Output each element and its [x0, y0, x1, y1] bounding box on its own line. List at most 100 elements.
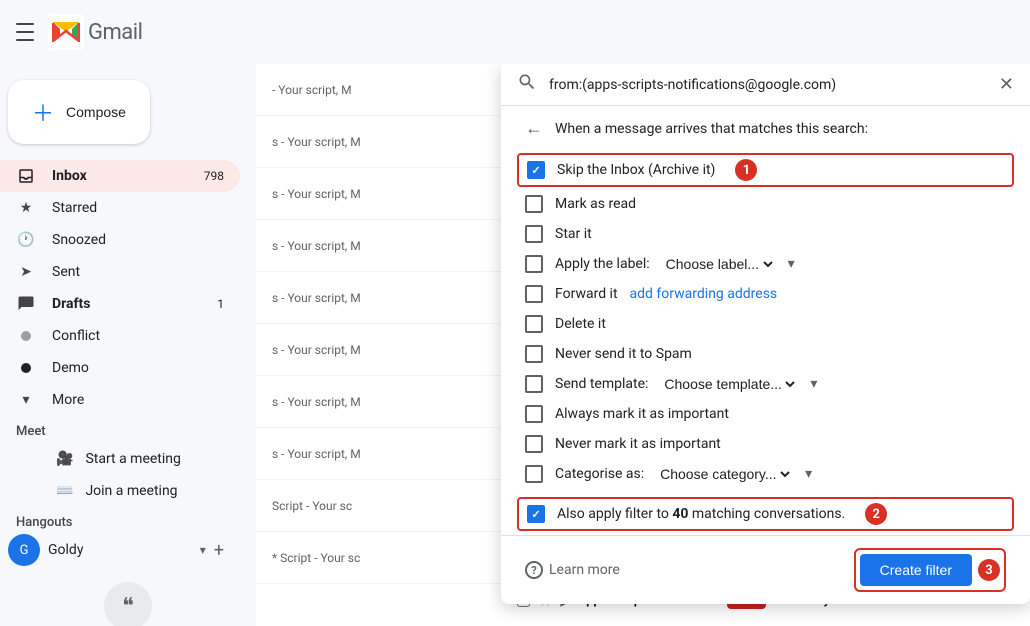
gmail-m-icon — [48, 14, 84, 50]
meet-section-label: Meet — [0, 416, 256, 443]
apply-label-checkbox[interactable] — [525, 255, 543, 273]
send-template-label: Send template: — [555, 376, 648, 392]
content-area: - Your script, M s - Your script, M s - … — [256, 64, 1030, 626]
gmail-title: Gmail — [88, 20, 142, 45]
filter-option-delete-it: Delete it — [525, 309, 1006, 339]
apply-label-chevron: ▾ — [788, 256, 795, 272]
forward-it-label: Forward it — [555, 286, 618, 302]
sidebar-item-hangouts-user[interactable]: G Goldy ▾ + — [0, 534, 240, 566]
skip-inbox-label: Skip the Inbox (Archive it) — [557, 162, 715, 178]
step-1-circle: 1 — [735, 159, 757, 181]
sidebar-item-demo[interactable]: Demo — [0, 352, 240, 384]
compose-label: Compose — [66, 104, 126, 120]
never-important-label: Never mark it as important — [555, 436, 721, 452]
also-apply-checkbox[interactable] — [527, 505, 545, 523]
drafts-count: 1 — [217, 297, 224, 311]
sidebar-item-snoozed[interactable]: 🕐 Snoozed — [0, 224, 240, 256]
always-important-checkbox[interactable] — [525, 405, 543, 423]
add-forwarding-address-link[interactable]: add forwarding address — [630, 286, 778, 302]
filter-options: Skip the Inbox (Archive it) 1 Mark as re… — [501, 151, 1030, 535]
chevron-down-icon: ▾ — [200, 543, 206, 557]
snoozed-icon: 🕐 — [16, 230, 36, 250]
inbox-label: Inbox — [52, 168, 204, 184]
sidebar-item-start-meeting[interactable]: 🎥 Start a meeting — [0, 443, 240, 475]
drafts-label: Drafts — [52, 296, 217, 312]
categorise-checkbox[interactable] — [525, 465, 543, 483]
send-template-checkbox[interactable] — [525, 375, 543, 393]
step-2-circle: 2 — [865, 503, 887, 525]
filter-subtitle-text: When a message arrives that matches this… — [555, 121, 868, 137]
demo-label-dot — [16, 358, 36, 378]
mark-read-label: Mark as read — [555, 196, 636, 212]
filter-option-star-it: Star it — [525, 219, 1006, 249]
sidebar-item-starred[interactable]: ★ Starred — [0, 192, 240, 224]
main-layout: ＋ Compose Inbox 798 ★ Starred 🕐 Snoozed … — [0, 64, 1030, 626]
never-spam-checkbox[interactable] — [525, 345, 543, 363]
never-important-checkbox[interactable] — [525, 435, 543, 453]
conflict-label-dot — [16, 326, 36, 346]
drafts-icon — [16, 294, 36, 314]
filter-option-never-spam: Never send it to Spam — [525, 339, 1006, 369]
filter-modal: from:(apps-scripts-notifications@google.… — [501, 64, 1030, 604]
sidebar-item-conflict[interactable]: Conflict — [0, 320, 240, 352]
sidebar-item-more[interactable]: ▾ More — [0, 384, 240, 416]
search-query-text: from:(apps-scripts-notifications@google.… — [549, 77, 987, 93]
always-important-label: Always mark it as important — [555, 406, 729, 422]
categorise-chevron: ▾ — [805, 466, 812, 482]
close-icon[interactable]: ✕ — [999, 74, 1014, 95]
learn-more-link[interactable]: ? Learn more — [525, 561, 620, 579]
star-it-checkbox[interactable] — [525, 225, 543, 243]
mark-read-checkbox[interactable] — [525, 195, 543, 213]
search-bar: from:(apps-scripts-notifications@google.… — [501, 64, 1030, 106]
star-it-label: Star it — [555, 226, 592, 242]
user-avatar: G — [8, 534, 40, 566]
inbox-count: 798 — [204, 169, 224, 183]
send-template-select[interactable]: Choose template... — [660, 375, 798, 393]
add-hangout-icon[interactable]: + — [214, 540, 224, 561]
filter-option-always-important: Always mark it as important — [525, 399, 1006, 429]
gmail-logo: Gmail — [48, 14, 142, 50]
matching-count: 40 — [672, 506, 688, 522]
start-meeting-label: Start a meeting — [85, 451, 180, 467]
filter-option-send-template: Send template: Choose template... ▾ — [525, 369, 1006, 399]
more-label: More — [52, 392, 224, 408]
learn-more-text: Learn more — [549, 562, 620, 578]
compose-plus-icon: ＋ — [32, 96, 54, 128]
back-arrow-icon[interactable]: ← — [525, 118, 543, 139]
categorise-label: Categorise as: — [555, 466, 644, 482]
demo-label: Demo — [52, 360, 224, 376]
also-apply-filter-box: Also apply filter to 40 matching convers… — [517, 497, 1014, 531]
email-preview: - Your script, M — [272, 83, 352, 97]
skip-inbox-checkbox[interactable] — [527, 161, 545, 179]
sidebar-item-drafts[interactable]: Drafts 1 — [0, 288, 240, 320]
categorise-select[interactable]: Choose category... — [656, 465, 793, 483]
delete-it-checkbox[interactable] — [525, 315, 543, 333]
join-meeting-label: Join a meeting — [85, 483, 177, 499]
step-3-circle: 3 — [978, 559, 1000, 581]
compose-button[interactable]: ＋ Compose — [8, 80, 150, 144]
sent-label: Sent — [52, 264, 224, 280]
apply-label-select[interactable]: Choose label... — [662, 255, 776, 273]
hangouts-section-label: Hangouts — [0, 507, 256, 534]
filter-option-forward-it: Forward it add forwarding address — [525, 279, 1006, 309]
send-template-chevron: ▾ — [810, 376, 817, 392]
filter-option-categorise: Categorise as: Choose category... ▾ — [525, 459, 1006, 489]
sidebar: ＋ Compose Inbox 798 ★ Starred 🕐 Snoozed … — [0, 64, 256, 626]
search-icon — [517, 72, 537, 97]
create-filter-button[interactable]: Create filter — [860, 554, 972, 586]
filter-option-mark-read: Mark as read — [525, 189, 1006, 219]
inbox-icon — [16, 166, 36, 186]
hamburger-menu-icon[interactable] — [16, 20, 40, 44]
sidebar-item-join-meeting[interactable]: ⌨️ Join a meeting — [0, 475, 240, 507]
forward-it-checkbox[interactable] — [525, 285, 543, 303]
sidebar-item-sent[interactable]: ➤ Sent — [0, 256, 240, 288]
apply-label-text: Apply the label: — [555, 256, 650, 272]
more-chevron-icon: ▾ — [16, 390, 36, 410]
question-circle-icon: ? — [525, 561, 543, 579]
sent-icon: ➤ — [16, 262, 36, 282]
filter-option-apply-label: Apply the label: Choose label... ▾ — [525, 249, 1006, 279]
conflict-label: Conflict — [52, 328, 224, 344]
filter-option-skip-inbox-box: Skip the Inbox (Archive it) 1 — [517, 153, 1014, 187]
sidebar-item-inbox[interactable]: Inbox 798 — [0, 160, 240, 192]
top-bar: Gmail — [0, 0, 1030, 64]
